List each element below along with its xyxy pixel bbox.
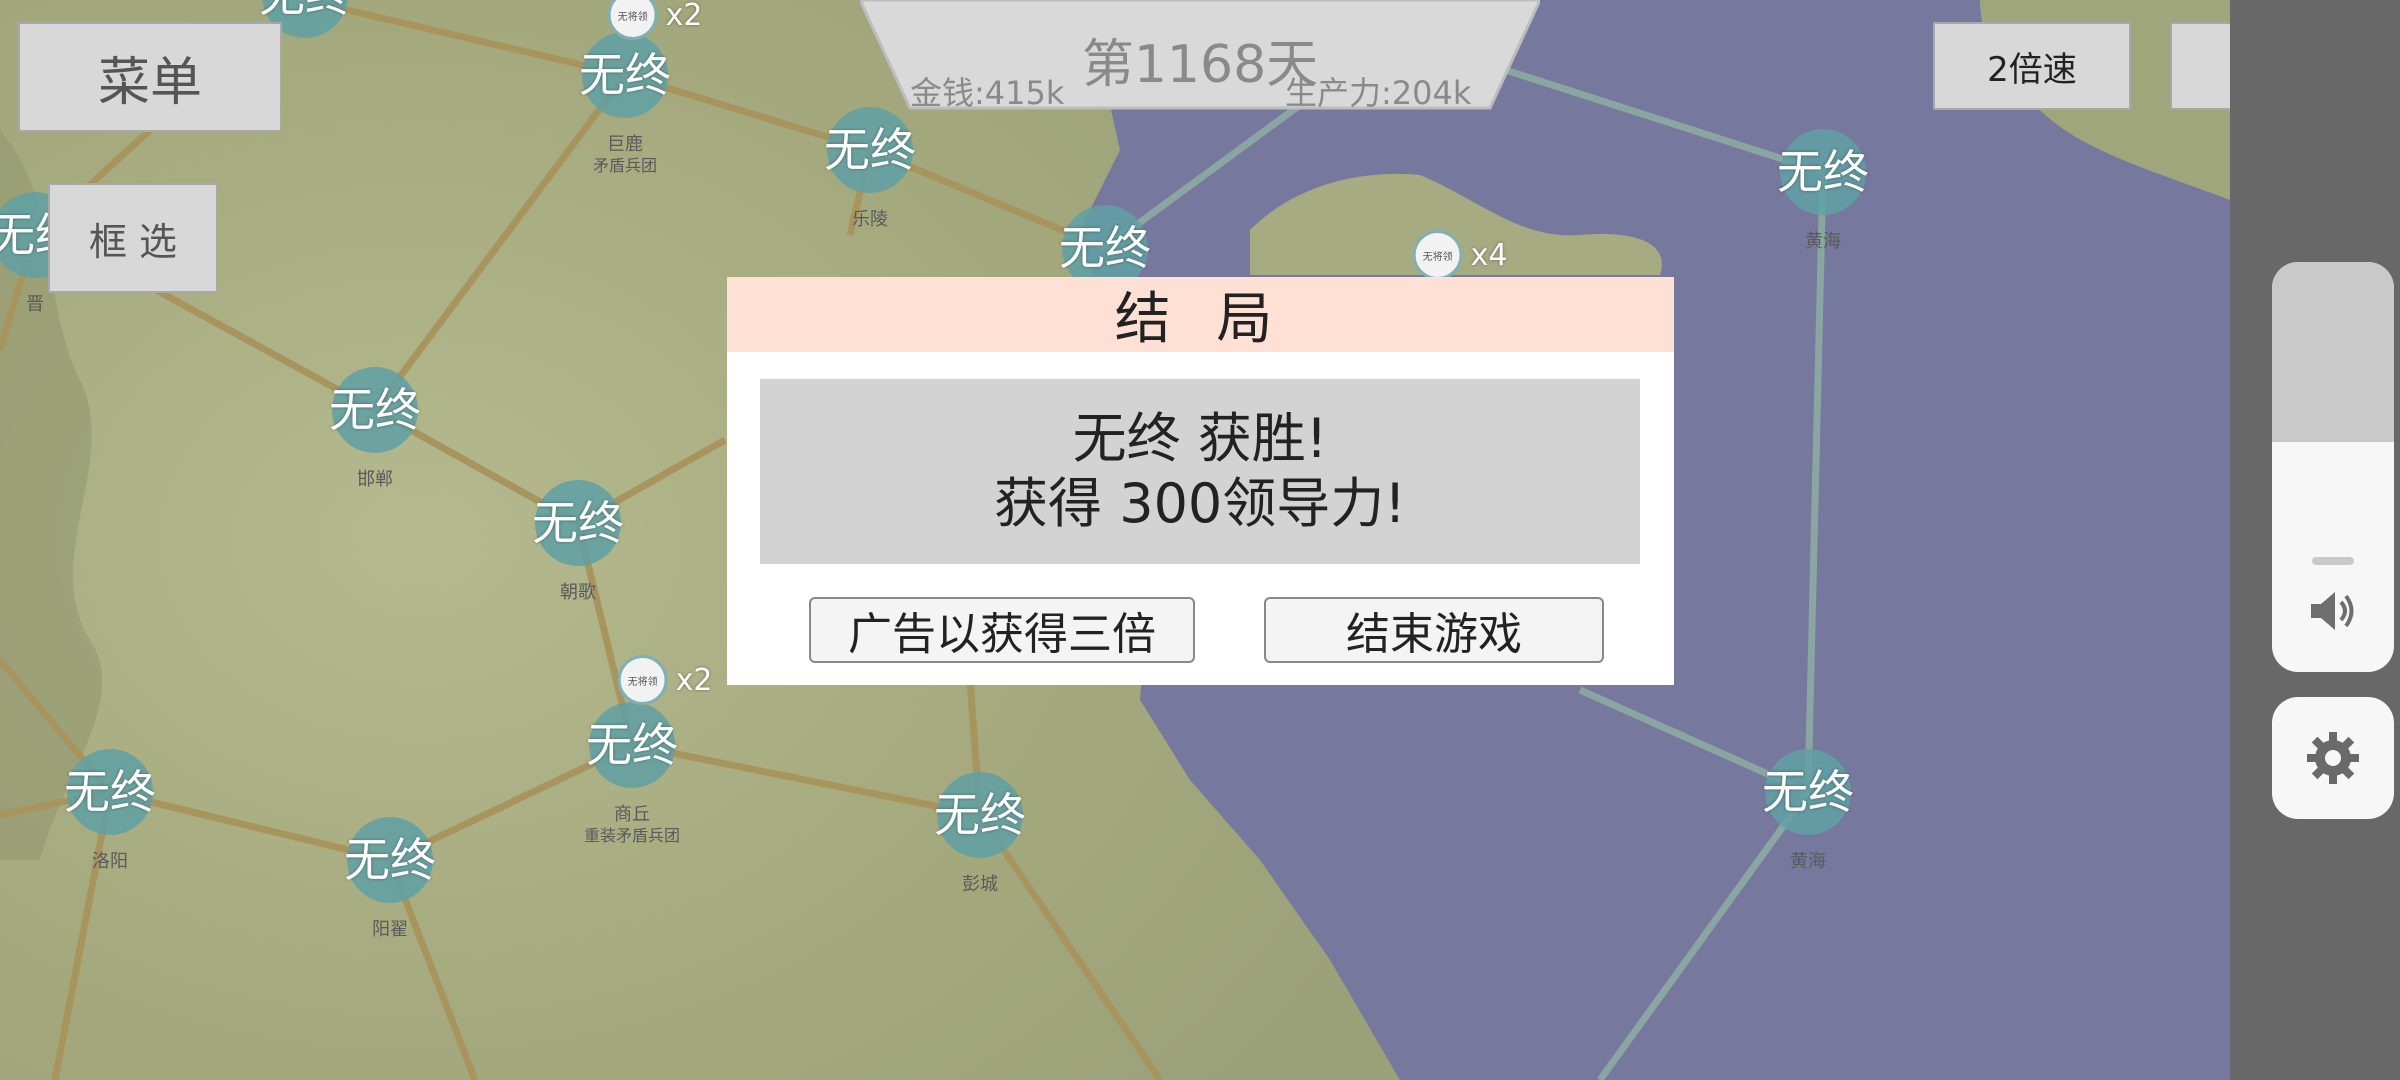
city-name: 洛阳 — [92, 851, 128, 872]
city-zhaoge[interactable]: 无终 朝歌 — [532, 480, 624, 603]
production-label: 生产力:204k — [1285, 74, 1472, 112]
city-owner-label: 无终 — [259, 0, 351, 18]
city-owner-label: 无终 — [824, 123, 916, 177]
city-luoyang[interactable]: 无终 洛阳 — [64, 749, 156, 872]
city-owner-label: 无终 — [329, 383, 421, 437]
city-owner-label: 无终 — [64, 765, 156, 819]
city-owner-label: 无终 — [934, 788, 1026, 842]
watch-ad-triple-button[interactable]: 广告以获得三倍 — [809, 597, 1195, 663]
city-yangzhai[interactable]: 无终 阳翟 — [344, 817, 436, 940]
city-owner-label: 无终 — [1762, 765, 1854, 819]
general-badge: 无将领 — [617, 655, 668, 705]
general-badge: 无将领 — [1412, 230, 1463, 280]
settings-button[interactable] — [2272, 697, 2394, 819]
city-owner-label: 无终 — [586, 718, 678, 772]
day-banner: 第1168天 金钱:415k 生产力:204k — [860, 0, 1540, 112]
city-unit-label: 矛盾兵团 — [592, 156, 658, 175]
city-shangqiu[interactable]: 无终 商丘 重装矛盾兵团 — [584, 702, 680, 845]
city-owner-label: 无终 — [1059, 221, 1151, 275]
city-owner-label: 无终 — [532, 496, 624, 550]
reward-text: 获得 300领导力! — [994, 471, 1406, 535]
army-marker[interactable]: 无将领 x2 — [607, 0, 703, 40]
speaker-icon — [2311, 592, 2354, 630]
city-name: 乐陵 — [852, 209, 888, 230]
money-label: 金钱:415k — [910, 74, 1065, 112]
city-huanghai-south[interactable]: 无终 黄海 — [1762, 749, 1854, 872]
army-count: x4 — [1470, 237, 1508, 273]
result-dialog: 结 局 无终 获胜! 获得 300领导力! 广告以获得三倍 结束游戏 — [727, 277, 1674, 685]
general-badge: 无将领 — [607, 0, 658, 40]
army-count: x2 — [665, 0, 703, 33]
city-name: 彭城 — [962, 874, 998, 895]
dialog-title: 结 局 — [727, 277, 1674, 352]
city-unit-label: 重装矛盾兵团 — [583, 826, 681, 845]
army-marker[interactable]: 无将领 x4 — [1412, 230, 1508, 280]
city-huanghai-north[interactable]: 无终 黄海 — [1777, 129, 1869, 252]
volume-track-fill — [2272, 262, 2394, 443]
city-julu[interactable]: 无终 巨鹿 矛盾兵团 — [579, 32, 671, 175]
result-message: 无终 获胜! 获得 300领导力! — [760, 379, 1640, 564]
city-owner-label: 无终 — [1777, 145, 1869, 199]
city-name: 黄海 — [1805, 231, 1841, 252]
army-count: x2 — [675, 662, 713, 698]
city-name: 邯郸 — [357, 469, 393, 490]
city-pengcheng[interactable]: 无终 彭城 — [934, 772, 1026, 895]
box-select-button[interactable]: 框 选 — [48, 183, 218, 293]
city-name: 阳翟 — [372, 919, 408, 940]
city-leling[interactable]: 无终 乐陵 — [824, 107, 916, 230]
speed-button[interactable]: 2倍速 — [1933, 22, 2131, 110]
city-name: 朝歌 — [560, 582, 596, 603]
army-marker[interactable]: 无将领 x2 — [617, 655, 713, 705]
volume-slider[interactable] — [2272, 262, 2394, 672]
city-name: 黄海 — [1790, 851, 1826, 872]
victory-text: 无终 获胜! — [1072, 406, 1328, 470]
city-name: 晋 — [26, 294, 44, 315]
gear-icon — [2307, 732, 2359, 784]
city-handan[interactable]: 无终 邯郸 — [329, 367, 421, 490]
city-owner-label: 无终 — [579, 48, 671, 102]
menu-button[interactable]: 菜单 — [18, 22, 282, 132]
end-game-button[interactable]: 结束游戏 — [1264, 597, 1604, 663]
volume-handle[interactable] — [2312, 557, 2354, 565]
city-owner-label: 无终 — [344, 833, 436, 887]
